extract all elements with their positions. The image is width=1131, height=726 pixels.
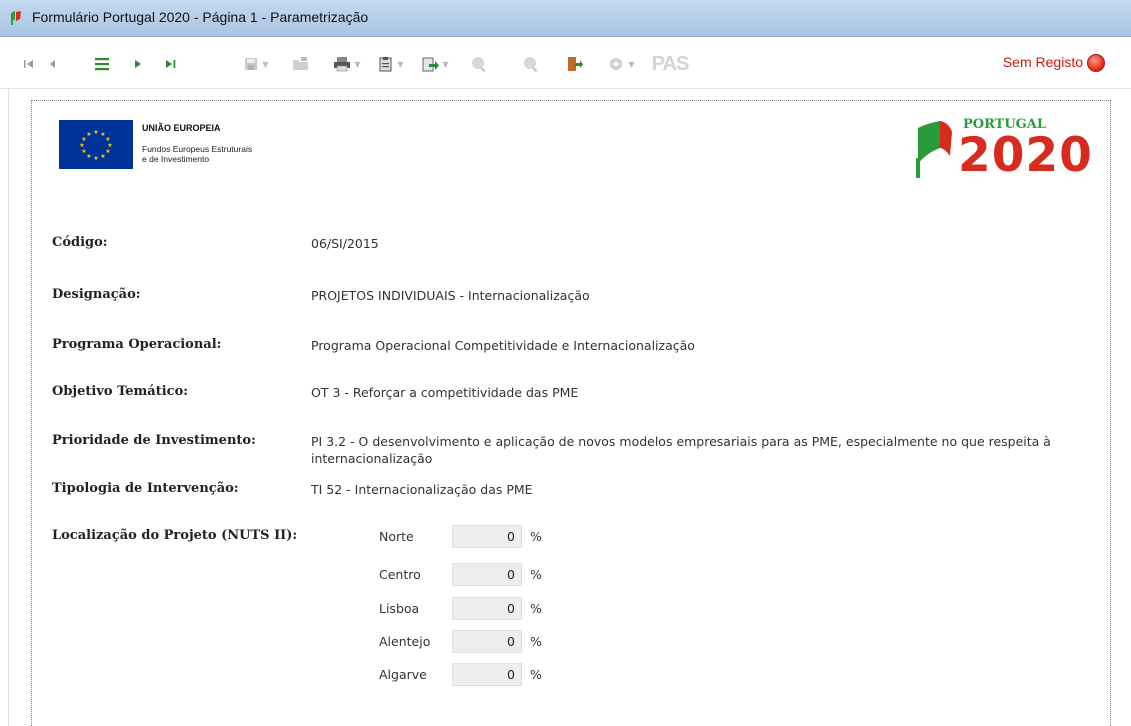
next-page-button[interactable] [131, 54, 145, 74]
prioridade-investimento-value-line1: PI 3.2 - O desenvolvimento e aplicação d… [311, 434, 1051, 449]
prioridade-investimento-value-line2: internacionalização [311, 451, 433, 466]
localizacao-label: Localização do Projeto (NUTS II): [52, 528, 298, 543]
nuts-region-algarve-label: Algarve [379, 667, 427, 682]
nuts-region-norte-unit: % [530, 529, 542, 544]
registration-status: Sem Registo [1002, 54, 1083, 70]
eu-subtitle-line2: e de Investimento [142, 154, 210, 164]
window-title: Formulário Portugal 2020 - Página 1 - Pa… [32, 9, 369, 25]
codigo-label: Código: [52, 235, 108, 250]
print-icon[interactable]: ▼ [332, 54, 362, 74]
eu-subtitle-line1: Fundos Europeus Estruturais [142, 144, 253, 154]
status-indicator-icon [1087, 54, 1105, 72]
prioridade-investimento-label: Prioridade de Investimento: [52, 433, 256, 448]
svg-text:★: ★ [105, 148, 110, 155]
portugal-year: 2020 [958, 128, 1093, 183]
programa-operacional-label: Programa Operacional: [52, 337, 222, 352]
nuts-region-alentejo-label: Alentejo [379, 634, 431, 649]
nuts-region-centro-unit: % [530, 567, 542, 582]
svg-text:★: ★ [93, 155, 98, 162]
nuts-region-lisboa-unit: % [530, 601, 542, 616]
save-icon[interactable]: ▼ [242, 54, 270, 74]
clipboard-icon[interactable]: ▼ [376, 54, 406, 74]
nuts-region-centro-label: Centro [379, 567, 421, 582]
last-page-button[interactable] [163, 54, 179, 74]
svg-text:★: ★ [81, 148, 86, 155]
nuts-region-lisboa-label: Lisboa [379, 601, 420, 616]
codigo-value: 06/SI/2015 [311, 236, 379, 251]
form-viewport: ★ ★ ★ ★ ★ ★ ★ ★ ★ ★ ★ ★ UNIÃO EUROPEIA F… [8, 89, 1131, 726]
previous-page-button[interactable] [46, 54, 60, 74]
page-list-button[interactable] [92, 54, 112, 74]
nuts-region-norte-input[interactable]: 0 [452, 525, 522, 548]
portugal2020-flag-icon [8, 10, 24, 26]
designacao-value: PROJETOS INDIVIDUAIS - Internacionalizaç… [311, 288, 590, 303]
open-folder-icon[interactable] [291, 54, 311, 74]
nuts-region-lisboa-input[interactable]: 0 [452, 597, 522, 620]
form-page: ★ ★ ★ ★ ★ ★ ★ ★ ★ ★ ★ ★ UNIÃO EUROPEIA F… [31, 100, 1111, 726]
export-icon[interactable]: ▼ [420, 54, 450, 74]
window-titlebar: Formulário Portugal 2020 - Página 1 - Pa… [0, 0, 1131, 37]
zoom-in-icon[interactable] [470, 54, 488, 74]
nuts-region-alentejo-unit: % [530, 634, 542, 649]
settings-gear-icon[interactable]: ▼ [604, 54, 638, 74]
first-page-button[interactable] [22, 54, 36, 74]
eu-title: UNIÃO EUROPEIA [142, 123, 221, 133]
svg-text:★: ★ [79, 142, 84, 149]
pas-label: PAS [651, 52, 690, 75]
nuts-region-algarve-input[interactable]: 0 [452, 663, 522, 686]
toolbar: ▼ ▼ ▼ ▼ ▼ PAS Sem Registo [0, 37, 1131, 89]
objetivo-tematico-value: OT 3 - Reforçar a competitividade das PM… [311, 385, 579, 400]
nuts-region-norte-label: Norte [379, 529, 414, 544]
eu-flag-icon: ★ ★ ★ ★ ★ ★ ★ ★ ★ ★ ★ ★ [59, 120, 133, 169]
programa-operacional-value: Programa Operacional Competitividade e I… [311, 338, 695, 353]
pas-logo[interactable]: PAS [648, 52, 692, 75]
zoom-out-icon[interactable] [522, 54, 540, 74]
objetivo-tematico-label: Objetivo Temático: [52, 384, 189, 399]
svg-text:★: ★ [93, 129, 98, 136]
nuts-region-algarve-unit: % [530, 667, 542, 682]
svg-text:★: ★ [86, 131, 91, 138]
exit-door-icon[interactable] [564, 54, 584, 74]
svg-text:★: ★ [100, 153, 105, 160]
designacao-label: Designação: [52, 287, 141, 302]
nuts-region-centro-input[interactable]: 0 [452, 563, 522, 586]
nuts-region-alentejo-input[interactable]: 0 [452, 630, 522, 653]
tipologia-intervencao-value: TI 52 - Internacionalização das PME [311, 482, 533, 497]
tipologia-intervencao-label: Tipologia de Intervenção: [52, 481, 239, 496]
svg-text:★: ★ [86, 153, 91, 160]
